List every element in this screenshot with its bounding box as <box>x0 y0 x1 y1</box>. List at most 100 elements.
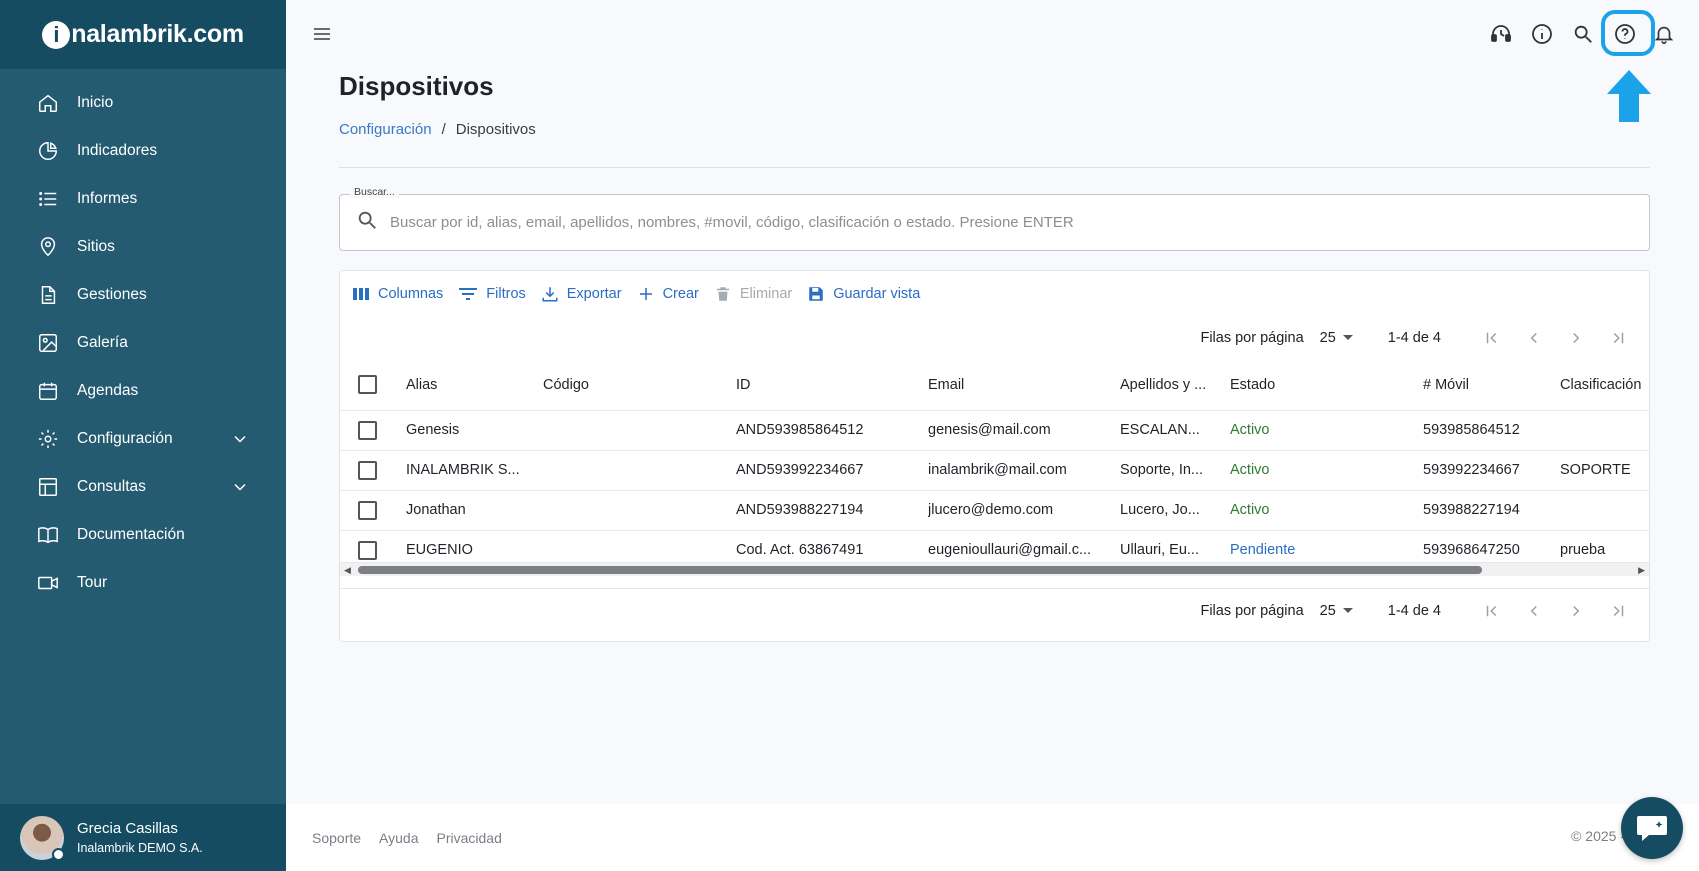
select-all-checkbox[interactable] <box>358 375 377 395</box>
cell-movil: 593985864512 <box>1423 409 1560 450</box>
table-row[interactable]: INALAMBRIK S... AND593992234667 inalambr… <box>340 449 1649 490</box>
first-page-button[interactable] <box>1471 595 1513 627</box>
first-page-icon <box>1486 332 1497 344</box>
bell-icon[interactable] <box>1652 22 1676 46</box>
footer-link-privacidad[interactable]: Privacidad <box>437 830 502 846</box>
cell-estado: Activo <box>1230 449 1423 490</box>
chevron-down-icon[interactable] <box>230 429 250 449</box>
create-button[interactable]: Crear <box>631 279 708 309</box>
column-header-clasificacion[interactable]: Clasificación <box>1560 360 1649 410</box>
location-pin-icon <box>36 235 60 259</box>
info-icon[interactable] <box>1530 22 1554 46</box>
column-header-id[interactable]: ID <box>736 360 928 410</box>
search-icon[interactable] <box>1571 22 1595 46</box>
sidebar-item-inicio[interactable]: Inicio <box>0 79 286 127</box>
breadcrumb-separator: / <box>441 121 446 138</box>
sidebar-item-label: Galería <box>77 334 128 351</box>
cell-apellidos: Lucero, Jo... <box>1120 489 1230 530</box>
sidebar-item-label: Tour <box>77 574 108 591</box>
breadcrumb-link-configuracion[interactable]: Configuración <box>339 121 432 138</box>
cell-clasificacion: SOPORTE <box>1560 449 1649 490</box>
scrollbar-thumb[interactable] <box>358 566 1482 574</box>
topbar <box>286 0 1699 69</box>
cell-id: AND593992234667 <box>736 449 928 490</box>
prev-page-button[interactable] <box>1513 595 1555 627</box>
user-profile[interactable]: Grecia Casillas Inalambrik DEMO S.A. <box>0 804 286 871</box>
sidebar-item-tour[interactable]: Tour <box>0 559 286 607</box>
chat-bubble-icon <box>1637 816 1667 841</box>
sidebar-item-label: Sitios <box>77 238 115 255</box>
row-checkbox[interactable] <box>358 420 377 440</box>
last-page-button[interactable] <box>1597 595 1639 627</box>
filters-button[interactable]: Filtros <box>452 279 534 309</box>
sidebar-item-sitios[interactable]: Sitios <box>0 223 286 271</box>
menu-icon[interactable] <box>310 22 334 46</box>
cell-email: jlucero@demo.com <box>928 489 1120 530</box>
horizontal-scrollbar[interactable]: ◀ ▶ <box>340 562 1649 576</box>
sidebar-item-indicadores[interactable]: Indicadores <box>0 127 286 175</box>
export-label: Exportar <box>566 285 622 302</box>
chevron-down-icon[interactable] <box>230 477 250 497</box>
sidebar-item-gestiones[interactable]: Gestiones <box>0 271 286 319</box>
document-icon <box>36 283 60 307</box>
footer-link-ayuda[interactable]: Ayuda <box>379 830 418 846</box>
next-page-button[interactable] <box>1555 595 1597 627</box>
search-label: Buscar... <box>350 186 399 198</box>
chevron-right-icon <box>1573 332 1580 344</box>
last-page-icon <box>1613 605 1624 616</box>
rows-per-page-select[interactable]: 25 <box>1320 603 1354 619</box>
prev-page-button[interactable] <box>1513 322 1555 354</box>
avatar[interactable] <box>20 815 65 861</box>
copyright: © 2025 - <box>1571 828 1625 844</box>
row-checkbox[interactable] <box>358 460 377 480</box>
row-checkbox[interactable] <box>358 500 377 520</box>
export-button[interactable]: Exportar <box>535 279 631 309</box>
support-agent-icon[interactable] <box>1489 22 1513 46</box>
home-icon <box>36 91 60 115</box>
column-header-movil[interactable]: # Móvil <box>1423 360 1560 410</box>
chevron-left-icon <box>1530 332 1537 344</box>
footer-link-soporte[interactable]: Soporte <box>312 830 361 846</box>
table-row[interactable]: Jonathan AND593988227194 jlucero@demo.co… <box>340 489 1649 530</box>
next-page-button[interactable] <box>1555 322 1597 354</box>
rows-per-page-value: 25 <box>1319 602 1336 619</box>
column-header-email[interactable]: Email <box>928 360 1120 410</box>
cell-email: inalambrik@mail.com <box>928 449 1120 490</box>
column-header-apellidos[interactable]: Apellidos y ... <box>1120 360 1230 410</box>
delete-button[interactable]: Eliminar <box>708 279 801 309</box>
row-checkbox[interactable] <box>358 540 377 560</box>
first-page-button[interactable] <box>1471 322 1513 354</box>
sidebar-item-consultas[interactable]: Consultas <box>0 463 286 511</box>
save-view-button[interactable]: Guardar vista <box>801 279 929 309</box>
filters-label: Filtros <box>486 285 526 302</box>
cell-alias: Genesis <box>406 409 543 450</box>
gear-icon <box>36 427 60 451</box>
sidebar-item-galeria[interactable]: Galería <box>0 319 286 367</box>
column-header-alias[interactable]: Alias <box>406 360 543 410</box>
cell-alias: Jonathan <box>406 489 543 530</box>
sidebar-item-configuracion[interactable]: Configuración <box>0 415 286 463</box>
cell-alias: INALAMBRIK S... <box>406 449 543 490</box>
sidebar: i nalambrik.com Inicio Indicadores Infor… <box>0 0 286 871</box>
sidebar-item-agendas[interactable]: Agendas <box>0 367 286 415</box>
table-header-row: Alias Código ID Email Apellidos y ... Es… <box>340 360 1649 410</box>
rows-per-page-select[interactable]: 25 <box>1320 330 1354 346</box>
columns-label: Columnas <box>378 285 444 302</box>
online-status-dot <box>52 847 65 861</box>
table-row[interactable]: Genesis AND593985864512 genesis@mail.com… <box>340 409 1649 450</box>
scroll-left-icon[interactable]: ◀ <box>344 565 351 576</box>
search-field[interactable]: Buscar... <box>339 186 1650 251</box>
cell-clasificacion <box>1560 409 1649 450</box>
column-header-codigo[interactable]: Código <box>543 360 736 410</box>
search-input[interactable] <box>390 214 1590 231</box>
sidebar-item-label: Indicadores <box>77 142 158 159</box>
sidebar-item-documentacion[interactable]: Documentación <box>0 511 286 559</box>
sidebar-item-informes[interactable]: Informes <box>0 175 286 223</box>
chat-button[interactable] <box>1621 797 1683 859</box>
column-header-estado[interactable]: Estado <box>1230 360 1423 410</box>
scroll-right-icon[interactable]: ▶ <box>1638 565 1645 576</box>
sidebar-item-label: Informes <box>77 190 138 207</box>
columns-button[interactable]: Columnas <box>346 279 452 309</box>
brand-logo[interactable]: i nalambrik.com <box>42 20 244 49</box>
last-page-button[interactable] <box>1597 322 1639 354</box>
